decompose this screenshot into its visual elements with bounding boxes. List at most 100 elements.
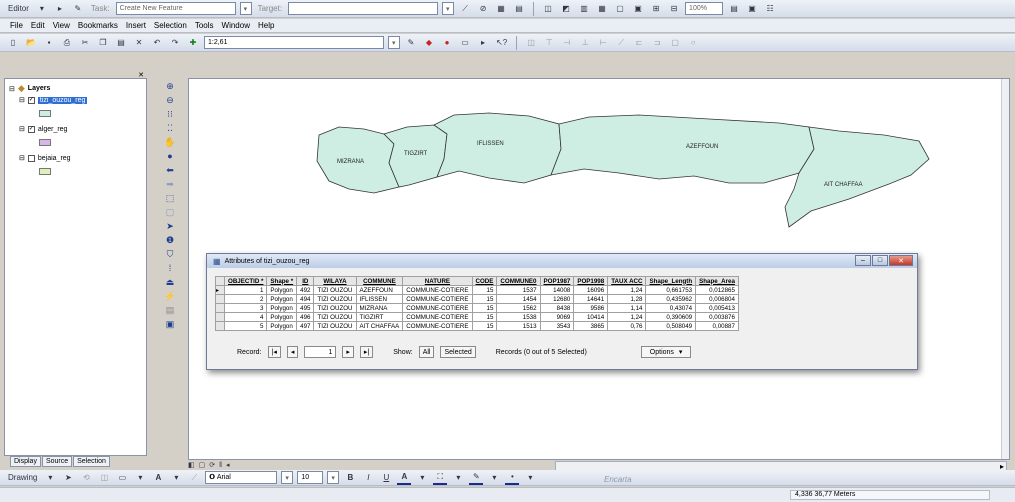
table-cell[interactable]: Polygon [266, 312, 298, 322]
font-size-combo[interactable]: 10 [297, 471, 324, 484]
georef-icon[interactable]: ◫ [541, 2, 555, 16]
table-cell[interactable]: 0,005413 [695, 303, 739, 313]
dropdown-arrow-icon[interactable]: ▾ [133, 471, 147, 485]
redo-icon[interactable]: ↷ [168, 36, 182, 50]
zoom-in-icon[interactable]: ⊕ [164, 80, 176, 92]
prev-record-button[interactable]: ◂ [286, 346, 299, 358]
fill-color-icon[interactable]: ⛶ [433, 471, 448, 485]
menu-tools[interactable]: Tools [191, 21, 218, 30]
table-cell[interactable]: 1537 [496, 285, 541, 295]
paste-icon[interactable]: ▤ [114, 36, 128, 50]
find-icon[interactable]: ⛉ [164, 248, 176, 260]
hyperlink-icon[interactable]: ⚡ [164, 290, 176, 302]
table-cell[interactable]: 497 [296, 321, 315, 331]
rectangle-icon[interactable]: ▭ [115, 471, 129, 485]
attribute-table-window[interactable]: ▦ Attributes of tizi_ouzou_reg – □ ✕ OBJ… [206, 253, 918, 370]
layer-checkbox[interactable]: ✓ [27, 125, 35, 133]
table-row[interactable]: 4 Polygon 496 TIZI OUZOU TIGZIRT COMMUNE-COTI… [215, 312, 739, 322]
table-row[interactable]: 3 Polygon 495 TIZI OUZOU MIZRANA COMMUNE-COTI… [215, 303, 739, 313]
column-header[interactable]: TAUX ACC [607, 276, 647, 286]
column-header[interactable]: Shape_Area [695, 276, 739, 286]
edit-tool-icon[interactable]: ▸ [53, 2, 67, 16]
dropdown-arrow-icon[interactable]: ▾ [169, 471, 183, 485]
table-cell[interactable]: 9069 [539, 312, 575, 322]
table-cell[interactable]: TIZI OUZOU [313, 321, 357, 331]
forward-icon[interactable]: ➡ [164, 178, 176, 190]
full-extent-icon[interactable]: ● [164, 150, 176, 162]
table-cell[interactable]: IFLISSEN [355, 294, 404, 304]
toc-root[interactable]: ⊟ ◆ Layers [9, 83, 50, 94]
table-cell[interactable]: 492 [296, 285, 315, 295]
table-cell[interactable]: 2 [223, 294, 268, 304]
column-header[interactable]: POP1987 [539, 276, 575, 286]
new-document-icon[interactable]: ▯ [6, 36, 20, 50]
html-popup-icon[interactable]: ▤ [164, 304, 176, 316]
table-icon[interactable]: ▦ [595, 2, 609, 16]
table-row[interactable]: 2 Polygon 494 TIZI OUZOU IFLISSEN COMMUNE-COT… [215, 294, 739, 304]
table-cell[interactable]: TIGZIRT [355, 312, 404, 322]
table-cell[interactable]: 494 [296, 294, 315, 304]
table-cell[interactable]: Polygon [266, 303, 298, 313]
menu-insert[interactable]: Insert [122, 21, 150, 30]
table-cell[interactable]: 3543 [539, 321, 575, 331]
table-cell[interactable]: 0,661753 [645, 285, 697, 295]
layout-tool-4-icon[interactable]: ⊥ [578, 36, 592, 50]
print-icon[interactable]: ⎙ [60, 36, 74, 50]
pause-icon[interactable]: ‖ [219, 462, 222, 469]
table-cell[interactable]: 0,390609 [645, 312, 697, 322]
menu-edit[interactable]: Edit [27, 21, 49, 30]
layout-tool-7-icon[interactable]: ⊏ [632, 36, 646, 50]
table-cell[interactable]: 1538 [496, 312, 541, 322]
bold-icon[interactable]: B [343, 471, 357, 485]
table-cell[interactable]: Polygon [266, 321, 298, 331]
table-cell[interactable]: 16096 [573, 285, 609, 295]
task-dropdown-icon[interactable]: ▾ [239, 2, 252, 15]
grid-icon[interactable]: ▥ [577, 2, 591, 16]
dropdown-arrow-icon[interactable]: ▾ [43, 471, 57, 485]
tab-source[interactable]: Source [41, 456, 73, 467]
attributes-icon[interactable]: ▦ [494, 2, 508, 16]
model-builder-icon[interactable]: ▸ [476, 36, 490, 50]
marker-color-icon[interactable]: • [505, 471, 520, 485]
column-header[interactable]: COMMUNE [355, 276, 404, 286]
layout-tool-6-icon[interactable]: ⟋ [614, 36, 628, 50]
table-cell[interactable]: COMMUNE-COTIERE [402, 294, 473, 304]
menu-help[interactable]: Help [254, 21, 278, 30]
options-button[interactable]: Options ▾ [640, 346, 692, 358]
tab-display[interactable]: Display [10, 456, 41, 467]
dropdown-arrow-icon[interactable]: ▾ [487, 471, 501, 485]
table-cell[interactable]: 1 [223, 285, 268, 295]
column-header[interactable]: COMMUNE0 [496, 276, 541, 286]
minimize-button[interactable]: – [855, 255, 871, 266]
layout-tool-10-icon[interactable]: ○ [686, 36, 700, 50]
close-button[interactable]: ✕ [889, 255, 913, 266]
scroll-left-icon[interactable]: ◂ [226, 461, 230, 469]
zoom-in-page-icon[interactable]: ⊞ [649, 2, 663, 16]
layer-checkbox[interactable] [27, 154, 35, 162]
maximize-button[interactable]: □ [872, 255, 888, 266]
data-view-icon[interactable]: ◧ [188, 461, 195, 469]
window-title-bar[interactable]: ▦ Attributes of tizi_ouzou_reg – □ ✕ [207, 254, 917, 268]
table-cell[interactable]: 0,76 [607, 321, 647, 331]
column-header[interactable]: CODE [471, 276, 498, 286]
catalog-icon[interactable]: ● [440, 36, 454, 50]
table-cell[interactable]: TIZI OUZOU [313, 312, 357, 322]
record-number-input[interactable]: 1 [304, 346, 337, 358]
target-dropdown-icon[interactable]: ▾ [442, 2, 455, 15]
line-color-icon[interactable]: ✎ [469, 471, 484, 485]
cut-icon[interactable]: ✂ [78, 36, 92, 50]
row-selector[interactable] [215, 312, 225, 322]
toc-layer-tizi-ouzou[interactable]: ⊟ ✓ tizi_ouzou_reg [19, 96, 88, 104]
font-dropdown-icon[interactable]: ▾ [281, 471, 294, 484]
clear-selection-icon[interactable]: ▢ [164, 206, 176, 218]
table-cell[interactable]: 495 [296, 303, 315, 313]
table-cell[interactable]: 496 [296, 312, 315, 322]
copy-icon[interactable]: ❐ [96, 36, 110, 50]
tab-selection[interactable]: Selection [73, 456, 110, 467]
arctoolbox-icon[interactable]: ◆ [422, 36, 436, 50]
table-cell[interactable]: COMMUNE-COTIERE [402, 312, 473, 322]
command-line-icon[interactable]: ▭ [458, 36, 472, 50]
table-cell[interactable]: TIZI OUZOU [313, 294, 357, 304]
frame-icon[interactable]: ▢ [613, 2, 627, 16]
time-slider-icon[interactable]: ▣ [164, 318, 176, 330]
